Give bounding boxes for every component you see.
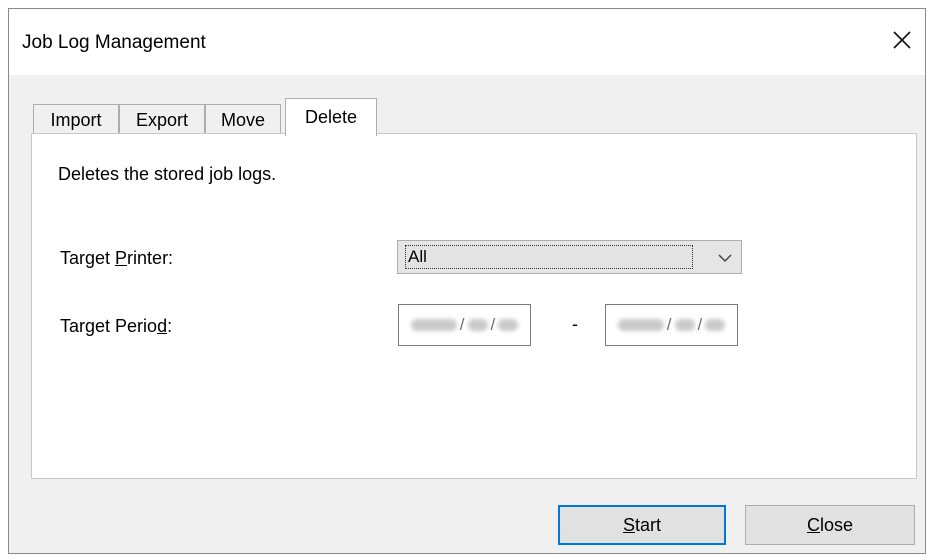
end-date-month-redacted bbox=[674, 319, 695, 331]
delete-tab-panel: Deletes the stored job logs. Target Prin… bbox=[31, 133, 917, 479]
target-printer-label: Target Printer: bbox=[60, 248, 173, 269]
start-date-separator-2: / bbox=[490, 315, 496, 334]
panel-description: Deletes the stored job logs. bbox=[58, 164, 277, 184]
end-date-year-redacted bbox=[617, 319, 664, 331]
close-button[interactable]: Close bbox=[745, 505, 915, 545]
target-printer-label-end: rinter: bbox=[127, 248, 174, 268]
date-range-separator: - bbox=[572, 314, 578, 334]
start-button[interactable]: Start bbox=[558, 505, 726, 545]
end-date-field[interactable]: / / bbox=[605, 304, 738, 346]
target-printer-value: All bbox=[405, 245, 693, 269]
close-icon bbox=[893, 31, 911, 49]
start-button-label: tart bbox=[635, 514, 662, 535]
end-date-separator-2: / bbox=[697, 315, 703, 334]
target-printer-label-mnemonic: P bbox=[115, 248, 128, 268]
window-title: Job Log Management bbox=[22, 32, 206, 53]
start-button-mnemonic: S bbox=[622, 514, 635, 535]
end-date-day-redacted bbox=[705, 319, 726, 331]
target-period-label-start: Target Perio bbox=[60, 316, 158, 336]
job-log-management-dialog: Job Log Management Import Export Move De… bbox=[8, 8, 926, 554]
start-date-field[interactable]: / / bbox=[398, 304, 531, 346]
title-bar: Job Log Management bbox=[9, 9, 925, 75]
start-date-month-redacted bbox=[467, 319, 488, 331]
target-period-label-mnemonic: d bbox=[157, 316, 168, 336]
tab-delete-label: Delete bbox=[304, 107, 358, 127]
tab-export[interactable]: Export bbox=[119, 104, 205, 134]
tab-export-label: Export bbox=[135, 110, 189, 130]
tab-move-label: Move bbox=[220, 110, 265, 130]
tab-move[interactable]: Move bbox=[205, 104, 281, 134]
start-date-separator-1: / bbox=[459, 315, 465, 334]
window-close-button[interactable] bbox=[885, 23, 919, 57]
tab-import-label: Import bbox=[50, 110, 102, 130]
start-date-day-redacted bbox=[498, 319, 519, 331]
tab-delete[interactable]: Delete bbox=[285, 98, 377, 136]
close-button-mnemonic: C bbox=[806, 514, 820, 535]
close-button-label: lose bbox=[819, 514, 854, 535]
tab-import[interactable]: Import bbox=[33, 104, 119, 134]
end-date-separator-1: / bbox=[666, 315, 672, 334]
target-period-label: Target Period: bbox=[60, 316, 172, 337]
target-period-label-end: : bbox=[167, 316, 173, 336]
target-printer-label-start: Target bbox=[60, 248, 116, 268]
chevron-down-icon bbox=[718, 254, 732, 263]
start-date-year-redacted bbox=[410, 319, 457, 331]
target-printer-select[interactable]: All bbox=[397, 240, 742, 274]
